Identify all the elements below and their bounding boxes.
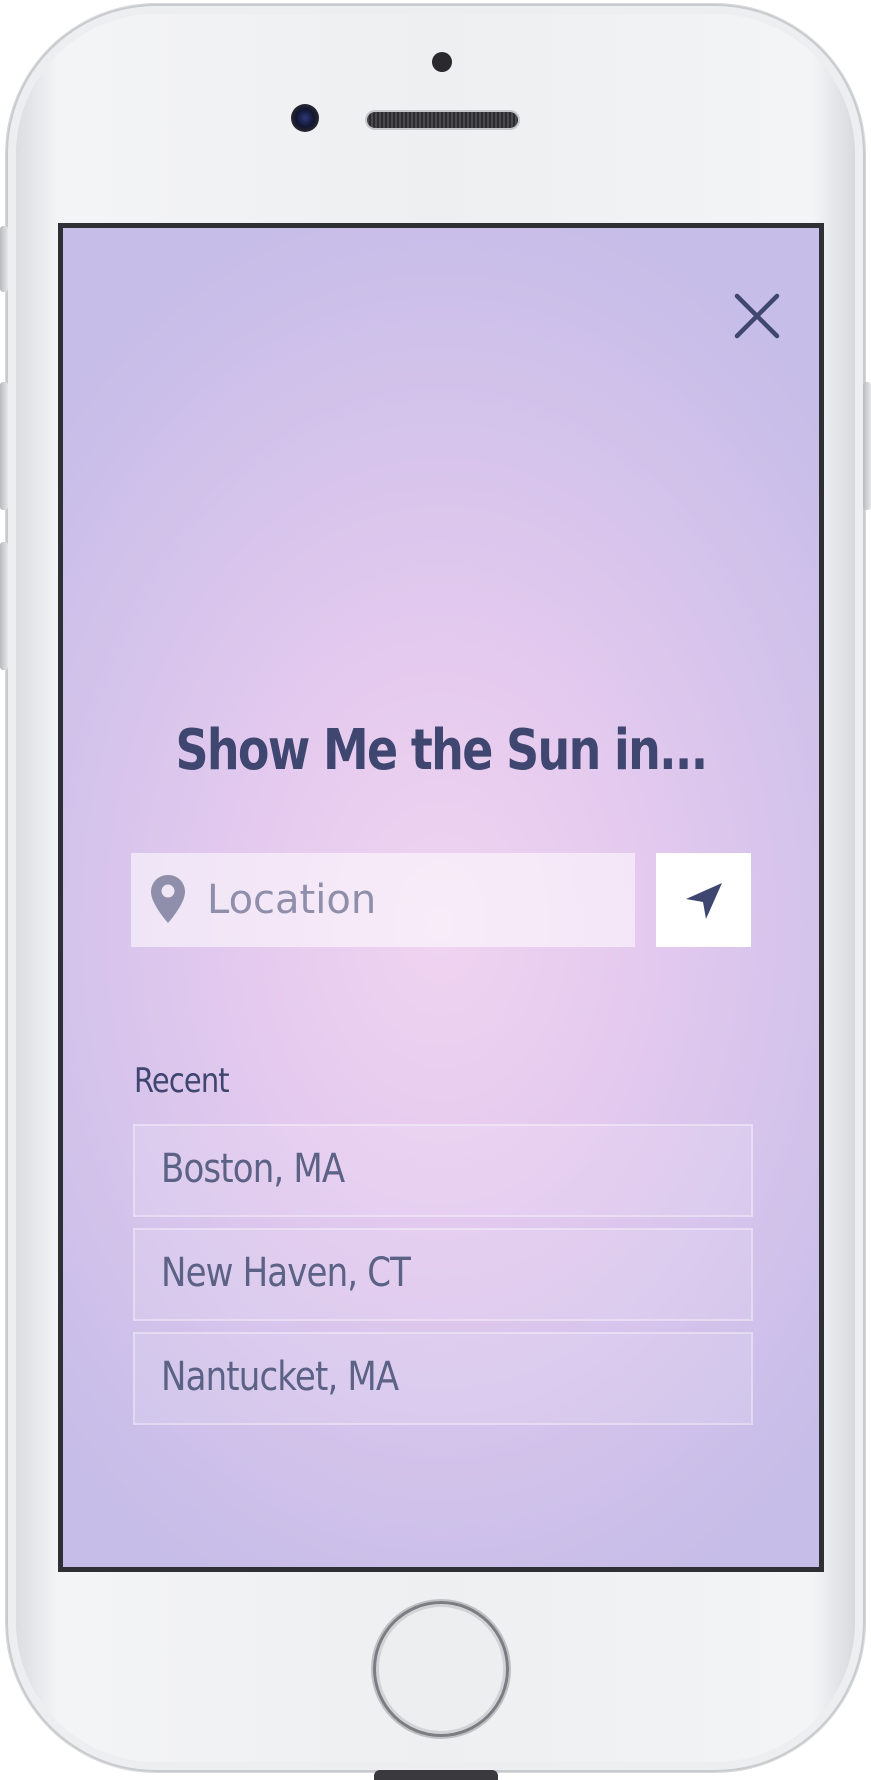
recent-item-label: Boston, MA [161,1146,345,1192]
recent-heading: Recent [134,1061,230,1101]
use-current-location-button[interactable] [656,853,751,947]
location-field[interactable] [131,853,635,947]
proximity-sensor [432,52,452,72]
recent-item-label: Nantucket, MA [161,1354,399,1400]
recent-item-new-haven[interactable]: New Haven, CT [133,1228,753,1321]
recent-locations-list: Boston, MA New Haven, CT Nantucket, MA [133,1124,753,1436]
close-button[interactable] [731,290,783,342]
map-pin-icon [151,875,185,923]
app-screen: Show Me the Sun in... Recent Boston, MA [58,223,824,1572]
power-button [863,382,871,510]
page-title: Show Me the Sun in... [175,718,708,783]
mute-switch [0,226,8,292]
earpiece-speaker [367,112,518,128]
close-icon [734,293,780,339]
front-camera [291,104,319,132]
device-bottom-edge [374,1770,498,1780]
recent-item-label: New Haven, CT [161,1250,411,1296]
location-input[interactable] [207,867,617,933]
location-search-row [131,853,751,947]
recent-item-boston[interactable]: Boston, MA [133,1124,753,1217]
home-button[interactable] [373,1601,509,1737]
navigation-arrow-icon [686,883,722,919]
phone-device-frame: Show Me the Sun in... Recent Boston, MA [0,4,871,1772]
volume-up-button [0,382,8,510]
recent-item-nantucket[interactable]: Nantucket, MA [133,1332,753,1425]
volume-down-button [0,542,8,670]
